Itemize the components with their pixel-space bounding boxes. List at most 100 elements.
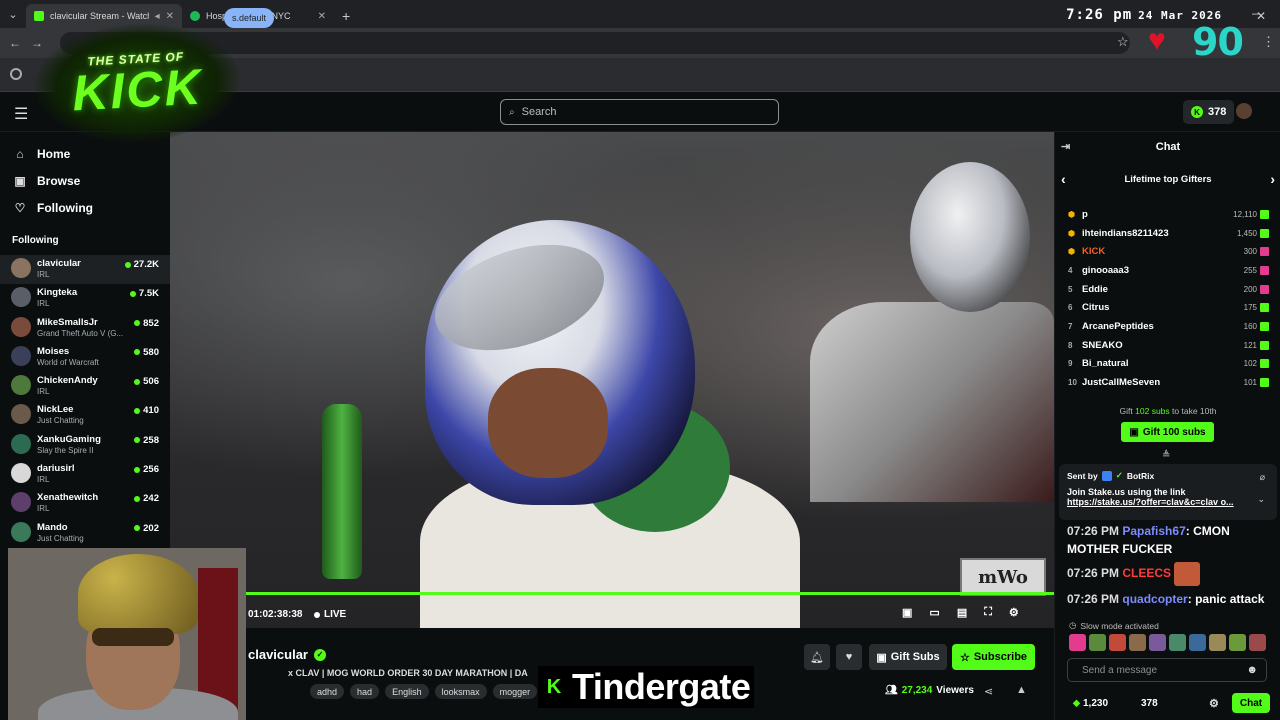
stream-tag[interactable]: had [350,684,380,699]
followed-channel[interactable]: Mando Just Chatting 202 [0,519,170,548]
close-infobar-icon[interactable]: ✕ [1256,9,1266,23]
channel-viewers-value: 7.5K [138,288,159,300]
chat-input[interactable]: Send a message ☻ [1067,658,1267,682]
gifter-count: 121 [1243,340,1257,350]
gifter-row[interactable]: 6 Citrus 175 [1055,298,1280,317]
stream-tag[interactable]: looksmax [434,684,487,699]
emote-icon[interactable] [1109,634,1126,651]
emote-icon[interactable] [1189,634,1206,651]
bookmark-star-icon[interactable]: ☆ [1117,34,1129,50]
gifter-row[interactable]: 5 Eddie 200 [1055,280,1280,299]
video-player[interactable]: mWo ◀) 01:02:38:38 LIVE ▣ ▭ ▤ ⛶ ⚙ [170,132,1054,628]
channel-name: Mando [37,521,68,533]
followed-channel[interactable]: MikeSmallsJr Grand Theft Auto V (G... 852 [0,314,170,343]
emote-icon[interactable] [1209,634,1226,651]
gift-prompt-pre: Gift [1119,406,1133,416]
viewer-count-value: 27,234 [901,685,933,696]
stream-tag[interactable]: English [385,684,429,699]
followed-channel[interactable]: NickLee Just Chatting 410 [0,401,170,430]
emote-icon[interactable] [1089,634,1106,651]
channel-viewers: 256 [134,464,159,475]
emote-icon[interactable] [1149,634,1166,651]
followed-channel[interactable]: Moises World of Warcraft 580 [0,343,170,372]
emote-icon[interactable] [1169,634,1186,651]
subscribe-button[interactable]: ☆ Subscribe [952,644,1035,670]
notification-bell-icon[interactable]: 🔔︎ [804,644,830,670]
gifter-row[interactable]: 9 Bi_natural 102 [1055,355,1280,374]
pinned-message: Sent by ✓ BotRix Join Stake.us using the… [1059,464,1277,520]
theatre-mode-icon[interactable]: ▭ [929,606,939,619]
gifter-row[interactable]: 7 ArcanePeptides 160 [1055,317,1280,336]
stream-tag[interactable]: mogger [492,684,538,699]
browser-menu-icon[interactable]: ⋮ [1262,34,1275,50]
pip-icon[interactable]: ▣ [902,606,912,619]
chat-button-label: Chat [1239,697,1263,709]
sidebar-nav-browse[interactable]: ▣ Browse [0,167,170,194]
emoji-picker-icon[interactable]: ☻ [1246,664,1258,676]
chevron-right-icon[interactable]: › [1270,171,1275,187]
emote-icon[interactable] [1249,634,1266,651]
channel-viewers: 242 [134,493,159,504]
message-user[interactable]: CLEECS [1122,566,1171,580]
followed-channel[interactable]: dariusirl IRL 256 [0,460,170,489]
forward-icon[interactable]: → [26,36,48,50]
close-tab-icon[interactable]: ✕ [166,11,174,22]
followed-channel[interactable]: XankuGaming Slay the Spire II 258 [0,431,170,460]
heart-icon: ♡ [14,200,26,215]
collapse-chat-icon[interactable]: ⇥ [1061,140,1070,153]
fullscreen-icon[interactable]: ⛶ [984,606,992,619]
kick-k-icon: K [542,675,566,699]
followed-channel[interactable]: Kingteka IRL 7.5K [0,284,170,313]
gift-subs-button[interactable]: ▣ Gift Subs [869,644,947,670]
sidebar-nav-label: Following [37,200,93,215]
audio-icon[interactable]: ◂ [155,11,160,22]
back-icon[interactable]: ← [4,36,26,50]
gifter-row[interactable]: ⬢ ihteindians8211423 1,450 [1055,224,1280,243]
gifter-row[interactable]: ⬢ KICK 300 [1055,242,1280,261]
message-user[interactable]: quadcopter [1122,592,1187,606]
emote-icon[interactable] [1069,634,1086,651]
sidebar-nav-following[interactable]: ♡ Following [0,194,170,221]
report-icon[interactable]: ▲ [1016,684,1027,696]
chat-settings-gear-icon[interactable]: ⚙ [1209,697,1219,710]
emote-icon[interactable] [1129,634,1146,651]
channel-points-badge[interactable]: K 378 [1183,100,1235,124]
search-input[interactable]: ⌕ Search [500,99,779,125]
share-icon[interactable]: ⋖ [984,685,993,698]
close-tab-icon[interactable]: ✕ [318,11,326,22]
channel-name[interactable]: clavicular [248,647,308,662]
channel-viewers: 202 [134,523,159,534]
stream-tag[interactable]: adhd [310,684,345,699]
gifter-row[interactable]: ⬢ p 12,110 [1055,205,1280,224]
chevron-down-icon[interactable]: ⌄ [1257,494,1265,505]
clip-icon[interactable]: ▤ [957,606,967,619]
menu-icon[interactable]: ☰ [14,104,28,124]
user-avatar[interactable] [1236,103,1252,119]
playback-progress-bar[interactable] [210,592,1054,595]
gifter-row[interactable]: 10 JustCallMeSeven 101 [1055,373,1280,392]
follow-heart-icon[interactable]: ♥ [836,644,862,670]
followed-channel[interactable]: clavicular IRL 27.2K [0,255,170,285]
chat-send-button[interactable]: Chat [1232,693,1270,713]
info-chip[interactable]: s.default [224,8,275,28]
bot-badge-icon [1101,470,1112,481]
gift-100-subs-button[interactable]: ▣ Gift 100 subs [1121,422,1214,442]
tab-search-icon[interactable]: ⌄ [0,0,26,28]
channel-viewers-value: 852 [143,317,159,329]
gifter-row[interactable]: 4 ginooaaa3 255 [1055,261,1280,280]
followed-channel[interactable]: ChickenAndy IRL 506 [0,372,170,401]
followed-channel[interactable]: Xenathewitch IRL 242 [0,489,170,518]
webcam-overlay [8,548,246,720]
emote-icon[interactable] [1229,634,1246,651]
drag-handle-icon[interactable]: ≜ [1162,450,1170,461]
plus-icon[interactable]: + [334,4,358,28]
gift-icon [1260,378,1269,388]
settings-gear-icon[interactable]: ⚙ [1009,606,1019,619]
chevron-left-icon[interactable]: ‹ [1061,171,1066,187]
message-user[interactable]: Papafish67 [1122,524,1185,538]
points-balance[interactable]: ⬥ 1,230 [1073,698,1108,709]
gifter-row[interactable]: 8 SNEAKO 121 [1055,336,1280,355]
sidebar-nav-home[interactable]: ⌂ Home [0,140,170,167]
unpin-icon[interactable]: ⌀ [1260,472,1265,483]
pinned-link[interactable]: https://stake.us/?offer=clav&c=clav o... [1067,497,1269,507]
